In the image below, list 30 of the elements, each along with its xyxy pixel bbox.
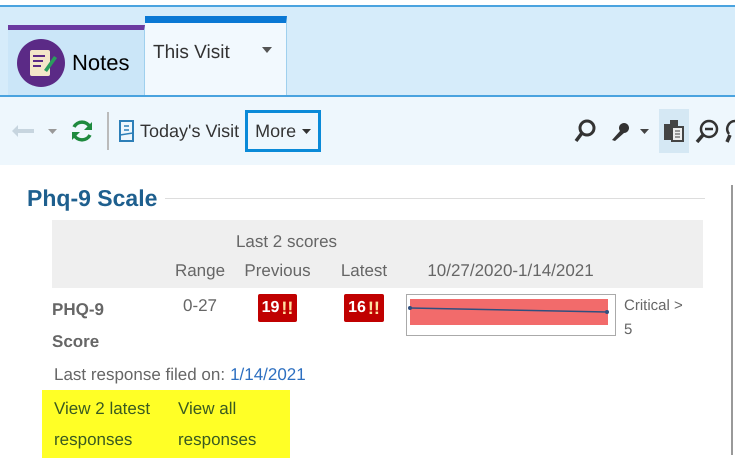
refresh-icon[interactable] — [69, 118, 95, 144]
column-header: Latest — [340, 260, 388, 282]
documents-icon — [664, 120, 684, 142]
section-title: Phq-9 Scale — [27, 187, 158, 210]
last-response-label: Last response filed on: — [54, 364, 226, 386]
tab[interactable]: This Visit — [145, 16, 287, 95]
threshold-note: Critical > 5 — [623, 296, 684, 340]
zoom-in-icon[interactable] — [725, 119, 735, 143]
column-header: 10/27/2020-1/14/2021 — [426, 260, 595, 282]
score-badge: 19!! — [258, 294, 298, 322]
caret-icon — [302, 128, 312, 134]
response-link[interactable]: View 2 latest responses — [42, 390, 166, 458]
response-link[interactable]: View all responses — [166, 390, 290, 458]
column-header: Previous — [243, 260, 312, 282]
notepad-icon — [16, 38, 66, 88]
more-button[interactable]: More — [245, 110, 322, 152]
row-label: PHQ-9 Score — [52, 299, 105, 353]
search-icon[interactable] — [574, 119, 596, 143]
range-cell-text: 0-27 — [182, 295, 218, 317]
caret-icon — [262, 47, 272, 53]
last-response-date: 1/14/2021 — [230, 364, 306, 386]
score-badge: 16!! — [344, 294, 384, 322]
todays-visit-button[interactable]: Today's Visit — [119, 118, 240, 144]
zoom-out-icon[interactable] — [695, 119, 719, 143]
tab[interactable]: Notes — [8, 25, 145, 95]
column-header: Range — [174, 260, 226, 282]
column-group-header: Last 2 scores — [234, 230, 338, 252]
pages-button[interactable] — [659, 109, 689, 153]
document-icon — [119, 120, 134, 142]
caret-icon[interactable] — [640, 128, 649, 134]
